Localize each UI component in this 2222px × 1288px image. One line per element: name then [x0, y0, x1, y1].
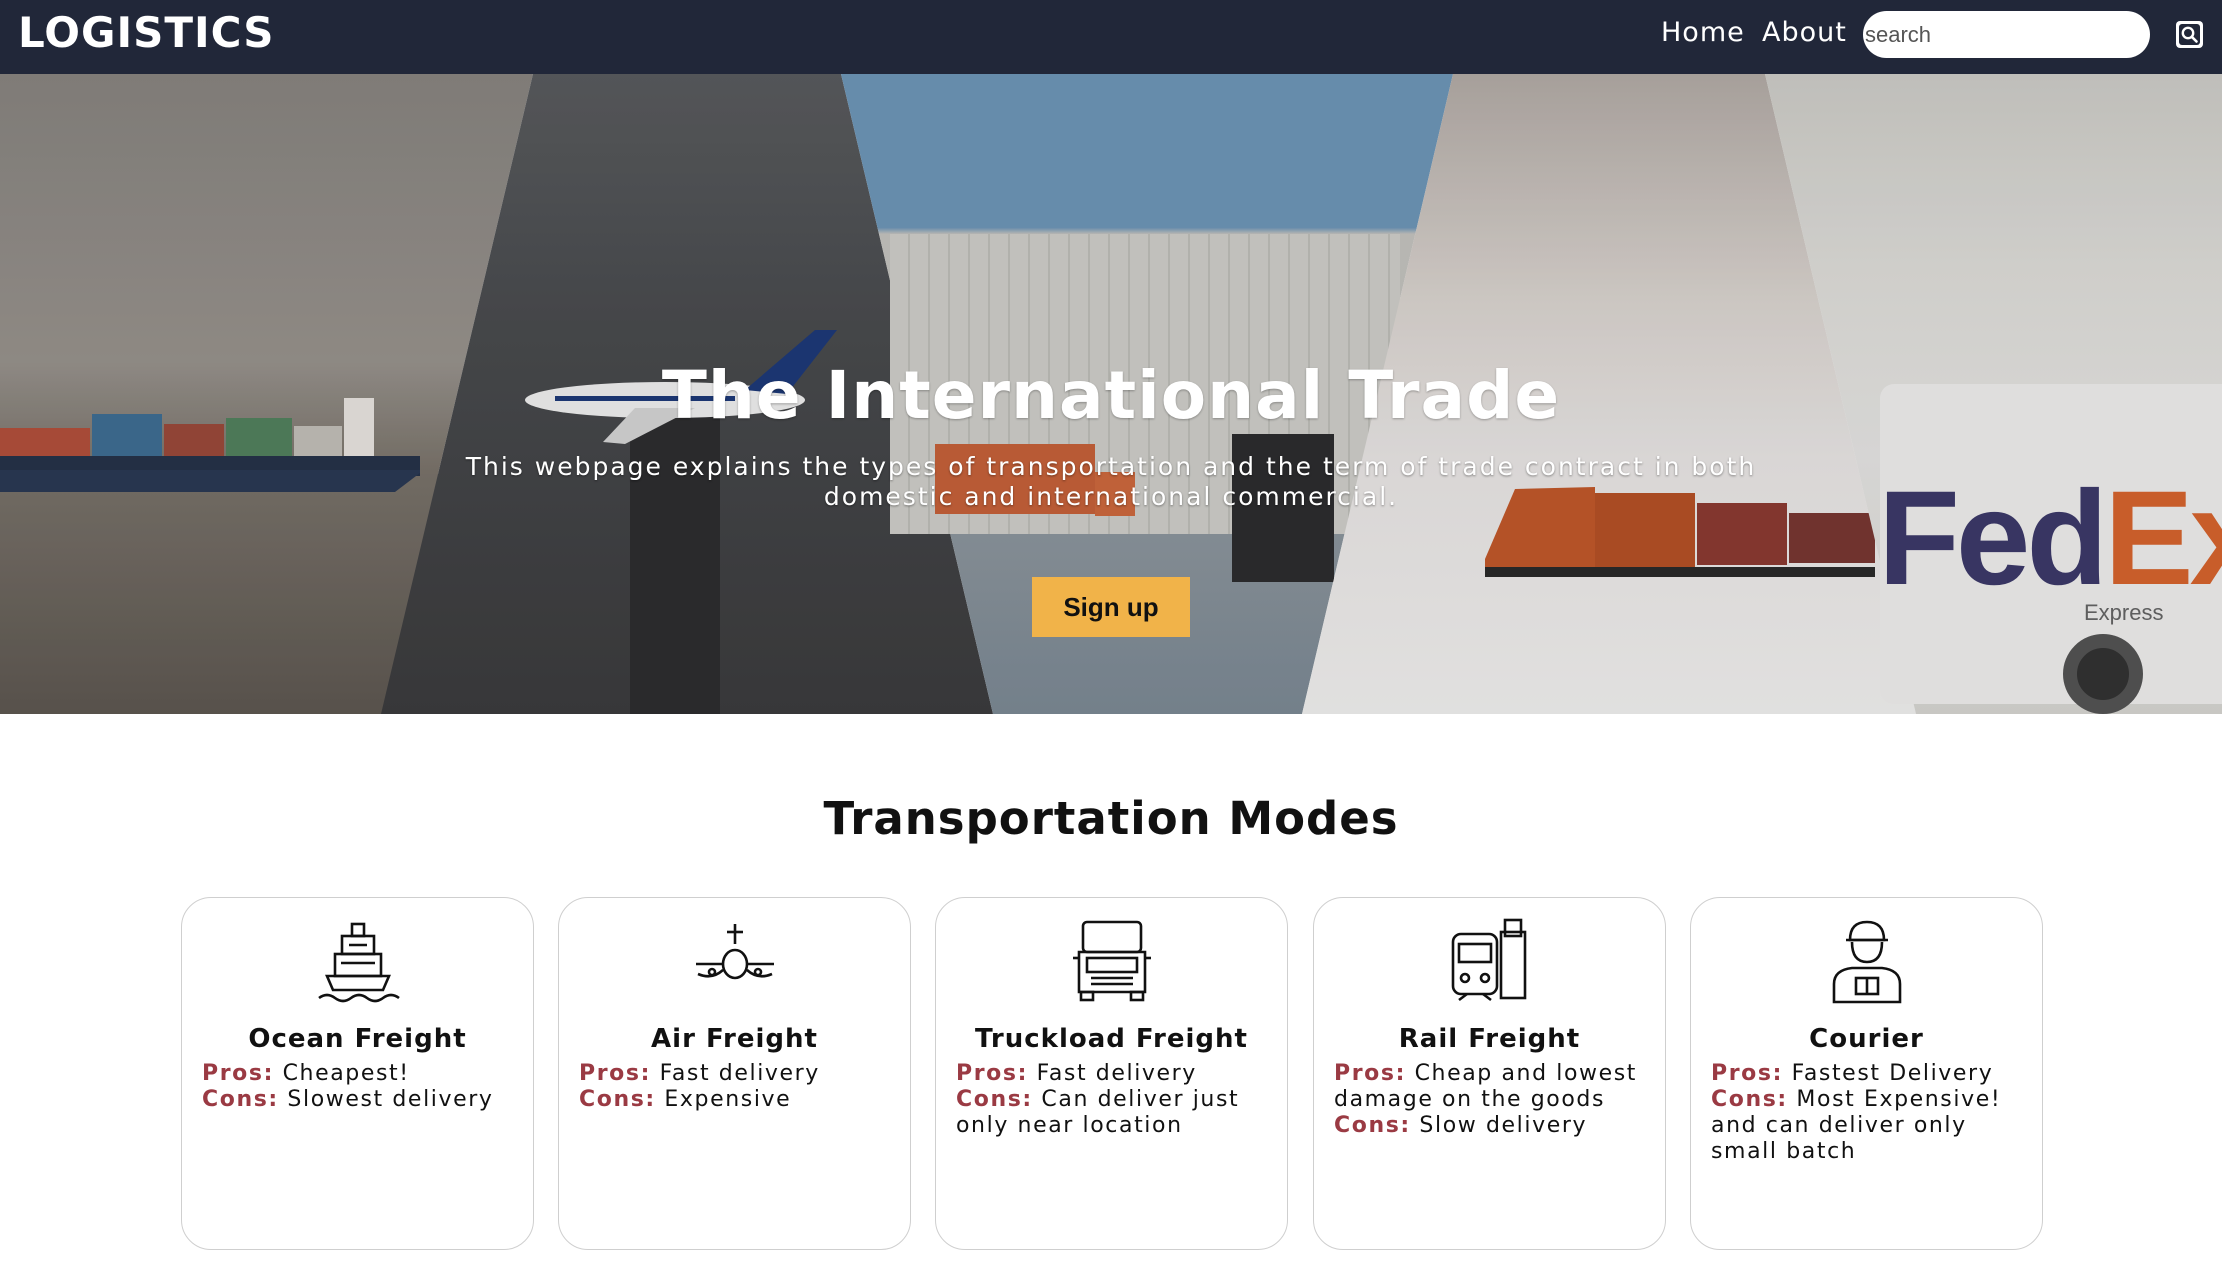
nav-home-link[interactable]: Home	[1661, 17, 1745, 48]
pros-text: Fast delivery	[659, 1061, 820, 1086]
pros-line: Pros: Fast delivery	[579, 1061, 899, 1087]
hero-title: The International Trade	[661, 357, 1561, 434]
cons-label: Cons:	[579, 1087, 656, 1112]
pros-line: Pros: Fast delivery	[956, 1061, 1276, 1087]
cons-text: Slow delivery	[1419, 1113, 1588, 1138]
courier-icon	[1832, 920, 1902, 1004]
hero-subtitle: This webpage explains the types of trans…	[465, 452, 1757, 511]
cons-line: Cons: Can deliver just only near locatio…	[956, 1087, 1276, 1139]
cons-label: Cons:	[202, 1087, 279, 1112]
search-input[interactable]	[1863, 11, 2150, 58]
hero-banner: FedEx Express The International Trade Th…	[0, 74, 2222, 714]
pros-label: Pros:	[956, 1061, 1028, 1086]
truck-icon	[1073, 920, 1151, 1002]
mode-card-air[interactable]: Air Freight Pros: Fast delivery Cons: Ex…	[558, 897, 911, 1250]
cons-label: Cons:	[956, 1087, 1033, 1112]
mode-card-rail[interactable]: Rail Freight Pros: Cheap and lowest dama…	[1313, 897, 1666, 1250]
cons-line: Cons: Most Expensive! and can deliver on…	[1711, 1087, 2031, 1165]
pros-label: Pros:	[1711, 1061, 1783, 1086]
card-body: Pros: Cheapest! Cons: Slowest delivery	[202, 1061, 522, 1113]
mode-card-courier[interactable]: Courier Pros: Fastest Delivery Cons: Mos…	[1690, 897, 2043, 1250]
cons-text: Expensive	[664, 1087, 792, 1112]
card-title: Truckload Freight	[975, 1024, 1248, 1054]
card-body: Pros: Cheap and lowest damage on the goo…	[1334, 1061, 1654, 1139]
pros-text: Cheapest!	[282, 1061, 410, 1086]
pros-text: Fast delivery	[1036, 1061, 1197, 1086]
card-title: Air Freight	[651, 1024, 818, 1054]
card-body: Pros: Fast delivery Cons: Can deliver ju…	[956, 1061, 1276, 1139]
cons-label: Cons:	[1334, 1113, 1411, 1138]
mode-card-ocean[interactable]: Ocean Freight Pros: Cheapest! Cons: Slow…	[181, 897, 534, 1250]
cons-label: Cons:	[1711, 1087, 1788, 1112]
mode-card-truck[interactable]: Truckload Freight Pros: Fast delivery Co…	[935, 897, 1288, 1250]
section-title: Transportation Modes	[823, 792, 1399, 845]
card-title: Courier	[1809, 1024, 1924, 1054]
card-body: Pros: Fast delivery Cons: Expensive	[579, 1061, 899, 1113]
brand-logo[interactable]: LOGISTICS	[18, 8, 274, 57]
ship-icon	[318, 922, 400, 1003]
search-icon	[2179, 24, 2200, 45]
pros-line: Pros: Fastest Delivery	[1711, 1061, 2031, 1087]
cons-text: Slowest delivery	[287, 1087, 494, 1112]
pros-label: Pros:	[1334, 1061, 1406, 1086]
pros-label: Pros:	[579, 1061, 651, 1086]
pros-line: Pros: Cheap and lowest damage on the goo…	[1334, 1061, 1654, 1113]
signup-button[interactable]: Sign up	[1032, 577, 1190, 637]
pros-label: Pros:	[202, 1061, 274, 1086]
nav-about-link[interactable]: About	[1762, 17, 1847, 48]
navbar: LOGISTICS Home About	[0, 0, 2222, 74]
card-body: Pros: Fastest Delivery Cons: Most Expens…	[1711, 1061, 2031, 1165]
pros-line: Pros: Cheapest!	[202, 1061, 522, 1087]
cons-line: Cons: Expensive	[579, 1087, 899, 1113]
card-title: Rail Freight	[1398, 1024, 1581, 1054]
search-button[interactable]	[2176, 21, 2203, 48]
cons-line: Cons: Slow delivery	[1334, 1113, 1654, 1139]
train-icon	[1451, 918, 1527, 1002]
card-title: Ocean Freight	[248, 1024, 467, 1054]
cons-line: Cons: Slowest delivery	[202, 1087, 522, 1113]
pros-text: Fastest Delivery	[1791, 1061, 1994, 1086]
airplane-icon	[696, 924, 774, 980]
